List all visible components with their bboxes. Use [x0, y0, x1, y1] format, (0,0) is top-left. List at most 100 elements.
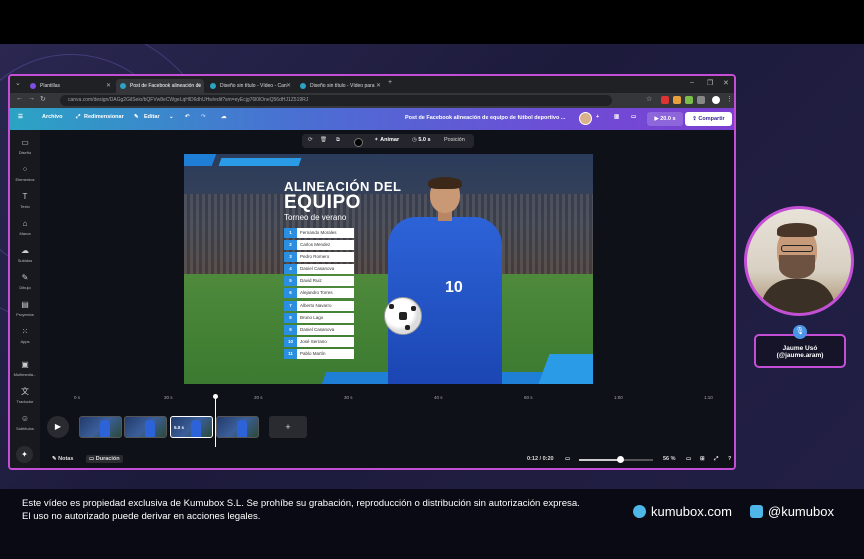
roster-number: 4 [284, 264, 297, 275]
share-button[interactable]: ⇪ Compartir [685, 112, 732, 126]
profile-icon[interactable] [712, 96, 720, 104]
menu-kebab-icon[interactable]: ⋮ [726, 95, 733, 103]
sidebar-label: Dibujo [19, 285, 31, 290]
color-swatch[interactable] [354, 138, 363, 147]
bookmark-star-icon[interactable]: ☆ [646, 95, 652, 103]
zoom-fit-icon[interactable]: ▭ [565, 456, 570, 462]
close-tab-icon[interactable]: ✕ [286, 79, 291, 93]
url-input[interactable]: canva.com/design/DAGg2GilSeio/bQFVw8eCWg… [60, 95, 612, 106]
roster-row[interactable]: 5 David Ruiz [284, 276, 354, 287]
sidebar-item-brand[interactable]: ⌂ Marca [10, 219, 40, 236]
undo-icon[interactable]: ↶ [185, 114, 190, 120]
animate-button[interactable]: ✦ Animar [374, 137, 399, 143]
new-tab-button[interactable]: + [388, 79, 392, 86]
roster-row[interactable]: 2 Carlos Mendez [284, 240, 354, 251]
sidebar-label: Apps [20, 339, 30, 344]
redo-icon[interactable]: ↷ [201, 114, 206, 120]
tab-search-icon[interactable]: ⌄ [15, 79, 21, 87]
zoom-slider-knob[interactable] [616, 456, 624, 463]
instagram-link[interactable]: @kumubox [750, 504, 834, 519]
timeline-clip-selected[interactable]: 5.0 s [170, 416, 213, 438]
resize-button[interactable]: Redimensionar [84, 114, 124, 120]
present-play-button[interactable]: ▶ 20.0 s [647, 112, 683, 126]
roster-row[interactable]: 7 Alberto Navarro [284, 300, 354, 311]
duration-toggle[interactable]: ▭ Duración [86, 455, 123, 463]
add-collaborator-icon[interactable]: + [596, 114, 599, 120]
subtitles-icon: ☺ [20, 414, 30, 423]
extension-icon[interactable] [661, 96, 669, 104]
roster-row[interactable]: 9 Daniel Casanova [284, 324, 354, 335]
design-subtitle[interactable]: Torneo de verano [284, 213, 346, 222]
edit-pencil-icon: ✎ [134, 114, 139, 120]
close-tab-icon[interactable]: ✕ [376, 79, 381, 93]
back-icon[interactable]: ← [16, 95, 23, 102]
close-tab-icon[interactable]: ✕ [106, 79, 111, 93]
sidebar-item-text[interactable]: T Texto [10, 192, 40, 209]
extension-icon[interactable] [685, 96, 693, 104]
roster-row[interactable]: 8 Bruno Lago [284, 312, 354, 323]
forward-icon[interactable]: → [28, 95, 35, 102]
cloud-saved-icon[interactable]: ☁ [221, 114, 227, 120]
trash-icon[interactable]: 🗑 [320, 137, 327, 143]
sidebar-item-design[interactable]: ▭ Diseño [10, 138, 40, 155]
close-tab-icon[interactable]: ✕ [196, 79, 201, 93]
add-clip-button[interactable]: + [269, 416, 307, 438]
notes-button[interactable]: ✎ Notas [52, 456, 73, 462]
reload-icon[interactable]: ↻ [40, 95, 46, 103]
sidebar-item-uploads[interactable]: ☁ Subidos [10, 246, 40, 263]
chevron-down-icon[interactable]: ⌄ [169, 114, 174, 120]
roster-row[interactable]: 11 Pablo Martín [284, 348, 354, 359]
hamburger-menu-icon[interactable]: ☰ [18, 114, 23, 120]
timeline-clip[interactable] [124, 416, 167, 438]
rotate-icon[interactable]: ⟳ [308, 137, 313, 143]
player-photo[interactable]: 10 [372, 177, 512, 384]
close-window-icon[interactable]: ✕ [723, 79, 729, 87]
sidebar-item-projects[interactable]: ▤ Proyectos [10, 300, 40, 317]
timeline-clip[interactable] [79, 416, 122, 438]
stats-icon[interactable]: ▥ [614, 114, 619, 120]
design-canvas[interactable]: ALINEACIÓN DEL EQUIPO Torneo de verano 1… [184, 154, 593, 384]
comments-icon[interactable]: ▭ [631, 114, 636, 120]
browser-tab-plantillas[interactable]: Plantillas ✕ [26, 79, 114, 93]
sidebar-item-draw[interactable]: ✎ Dibujo [10, 273, 40, 290]
zoom-slider[interactable] [579, 456, 653, 463]
duration-button[interactable]: ◷ 5.0 s [412, 137, 431, 143]
position-button[interactable]: Posición [444, 137, 465, 143]
file-menu-button[interactable]: Archivo [42, 114, 62, 120]
extensions-puzzle-icon[interactable] [697, 96, 705, 104]
play-icon[interactable]: ▶ [47, 416, 69, 438]
page-view-icon[interactable]: ▭ [686, 456, 691, 462]
browser-tab-diseno-2[interactable]: Diseño sin título - Vídeo para ✕ [296, 79, 384, 93]
sidebar-item-apps[interactable]: ⁙ Apps [10, 327, 40, 344]
browser-tab-diseno-1[interactable]: Diseño sin título - Vídeo - Can ✕ [206, 79, 294, 93]
roster-row[interactable]: 10 José Serrano [284, 336, 354, 347]
fullscreen-icon[interactable]: ⤢ [714, 456, 718, 463]
roster-name: José Serrano [297, 336, 354, 347]
magic-assistant-icon[interactable]: ✦ [16, 446, 33, 463]
playhead-handle[interactable] [213, 394, 218, 399]
extension-icon[interactable] [673, 96, 681, 104]
sidebar-item-translate[interactable]: 文 Traductor [10, 387, 40, 404]
zoom-level[interactable]: 56 % [663, 456, 676, 462]
roster-row[interactable]: 6 Alejandro Torres [284, 288, 354, 299]
roster-row[interactable]: 3 Pedro Romero [284, 252, 354, 263]
roster-row[interactable]: 1 Fernando Morales [284, 228, 354, 238]
sidebar-item-subtitles[interactable]: ☺ Subtítulos [10, 414, 40, 431]
roster-name: Pablo Martín [297, 348, 354, 359]
browser-tab-post-facebook[interactable]: Post de Facebook alineación de ✕ [116, 79, 204, 93]
design-title[interactable]: Post de Facebook alineación de equipo de… [405, 115, 565, 121]
timeline-playhead[interactable] [213, 394, 218, 447]
edit-menu-button[interactable]: Editar [144, 114, 160, 120]
duplicate-icon[interactable]: ⧉ [336, 137, 340, 144]
sidebar-item-multimedia[interactable]: ▣ Multimedia... [10, 360, 40, 377]
design-title-line2[interactable]: EQUIPO [284, 192, 361, 214]
website-link[interactable]: kumubox.com [633, 504, 732, 519]
roster-row[interactable]: 4 Daniel Casanova [284, 264, 354, 275]
help-icon[interactable]: ? [728, 456, 731, 462]
grid-view-icon[interactable]: ⊞ [700, 456, 705, 462]
timeline-clip[interactable] [216, 416, 259, 438]
minimize-icon[interactable]: – [690, 79, 694, 86]
collaborator-avatar[interactable] [579, 112, 592, 125]
maximize-icon[interactable]: ❐ [707, 79, 713, 87]
sidebar-item-elements[interactable]: ⁘ Elementos [10, 165, 40, 182]
